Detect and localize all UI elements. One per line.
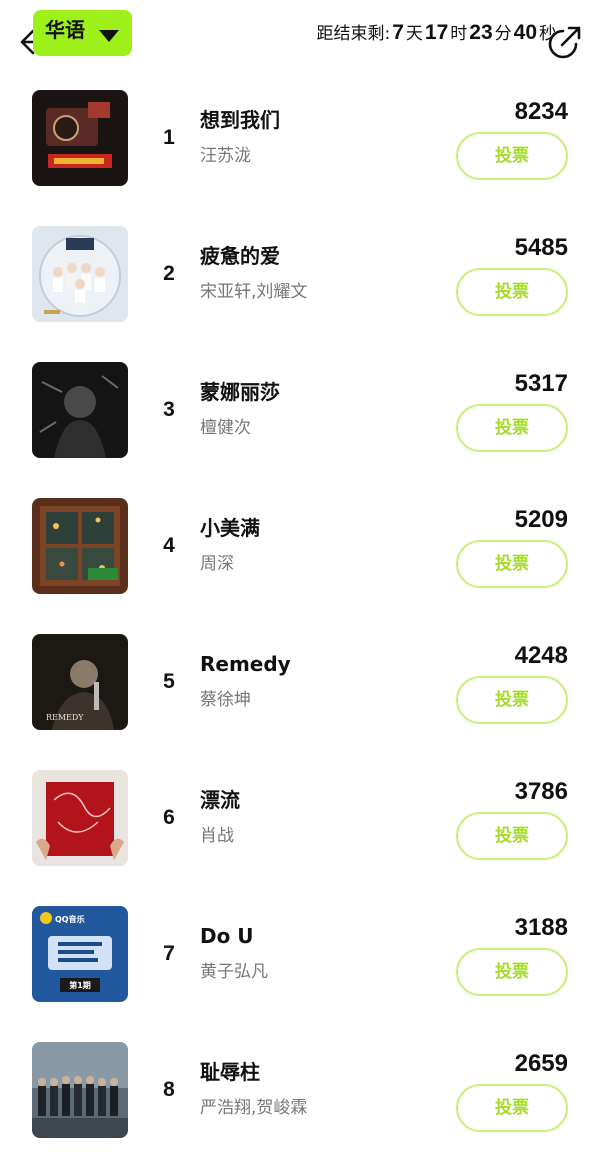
song-row: 6 漂流 肖战 3786 投票: [0, 752, 600, 888]
countdown-days: 7: [392, 21, 404, 44]
vote-count: 3188: [514, 914, 568, 941]
rank-number: 6: [163, 806, 175, 829]
vote-count: 5317: [514, 370, 568, 397]
vote-count: 3786: [514, 778, 568, 805]
song-title[interactable]: 蒙娜丽莎: [200, 378, 280, 406]
song-list: 1 想到我们 汪苏泷 8234 投票 2 疲惫的爱 宋亚轩,刘耀文 5485 投…: [0, 72, 600, 1160]
album-cover[interactable]: REMEDY: [32, 634, 128, 730]
album-cover[interactable]: [32, 226, 128, 322]
countdown-seconds: 40: [513, 21, 537, 44]
song-row: 4 小美满 周深 5209 投票: [0, 480, 600, 616]
song-row: 3 蒙娜丽莎 檀健次 5317 投票: [0, 344, 600, 480]
top-bar: 华语 距结束剩:7 天17 时23 分40 秒: [0, 0, 600, 72]
cover-logo-text: REMEDY: [46, 713, 84, 722]
countdown-hours-unit: 时: [450, 24, 468, 44]
vote-count: 2659: [514, 1050, 568, 1077]
rank-number: 2: [163, 262, 175, 285]
rank-number: 1: [163, 126, 175, 149]
rank-number: 3: [163, 398, 175, 421]
song-title[interactable]: Remedy: [200, 650, 291, 678]
album-cover[interactable]: [32, 498, 128, 594]
album-cover[interactable]: [32, 770, 128, 866]
vote-button[interactable]: 投票: [456, 1084, 568, 1132]
song-artist[interactable]: 檀健次: [200, 416, 251, 440]
vote-count: 4248: [514, 642, 568, 669]
song-row: REMEDY 5 Remedy 蔡徐坤 4248 投票: [0, 616, 600, 752]
song-title[interactable]: 疲惫的爱: [200, 242, 280, 270]
song-artist[interactable]: 周深: [200, 552, 234, 576]
vote-count: 5485: [514, 234, 568, 261]
rank-number: 5: [163, 670, 175, 693]
album-cover[interactable]: [32, 1042, 128, 1138]
song-row: 8 耻辱柱 严浩翔,贺峻霖 2659 投票: [0, 1024, 600, 1160]
song-title[interactable]: 小美满: [200, 514, 260, 542]
song-artist[interactable]: 蔡徐坤: [200, 688, 251, 712]
song-title[interactable]: Do U: [200, 922, 254, 950]
rank-number: 7: [163, 942, 175, 965]
rank-number: 4: [163, 534, 175, 557]
cover-episode-text: 第1期: [69, 980, 91, 990]
countdown-days-unit: 天: [405, 24, 423, 44]
countdown-prefix: 距结束剩:: [316, 24, 391, 44]
share-button[interactable]: [545, 24, 583, 62]
vote-count: 8234: [514, 98, 568, 125]
song-artist[interactable]: 肖战: [200, 824, 234, 848]
album-cover[interactable]: [32, 362, 128, 458]
song-row: 2 疲惫的爱 宋亚轩,刘耀文 5485 投票: [0, 208, 600, 344]
vote-count: 5209: [514, 506, 568, 533]
countdown-timer: 距结束剩:7 天17 时23 分40 秒: [317, 20, 557, 47]
album-cover[interactable]: QQ音乐 第1期: [32, 906, 128, 1002]
language-label: 华语: [45, 18, 85, 42]
song-artist[interactable]: 宋亚轩,刘耀文: [200, 280, 307, 304]
vote-button[interactable]: 投票: [456, 812, 568, 860]
vote-button[interactable]: 投票: [456, 404, 568, 452]
vote-button[interactable]: 投票: [456, 948, 568, 996]
song-artist[interactable]: 严浩翔,贺峻霖: [200, 1096, 307, 1120]
vote-button[interactable]: 投票: [456, 268, 568, 316]
song-row: QQ音乐 第1期 7 Do U 黄子弘凡 3188 投票: [0, 888, 600, 1024]
countdown-hours: 17: [424, 21, 449, 44]
song-row: 1 想到我们 汪苏泷 8234 投票: [0, 72, 600, 208]
song-title[interactable]: 耻辱柱: [200, 1058, 260, 1086]
vote-button[interactable]: 投票: [456, 676, 568, 724]
rank-number: 8: [163, 1078, 175, 1101]
vote-button[interactable]: 投票: [456, 132, 568, 180]
caret-down-icon: [99, 30, 119, 42]
song-title[interactable]: 想到我们: [200, 106, 280, 134]
countdown-minutes-unit: 分: [494, 24, 512, 44]
vote-button[interactable]: 投票: [456, 540, 568, 588]
song-artist[interactable]: 黄子弘凡: [200, 960, 268, 984]
album-cover[interactable]: [32, 90, 128, 186]
share-icon: [548, 26, 581, 59]
song-title[interactable]: 漂流: [200, 786, 240, 814]
cover-logo-text: QQ音乐: [55, 914, 85, 924]
song-artist[interactable]: 汪苏泷: [200, 144, 251, 168]
countdown-minutes: 23: [469, 21, 493, 44]
language-selector[interactable]: 华语: [33, 10, 132, 56]
